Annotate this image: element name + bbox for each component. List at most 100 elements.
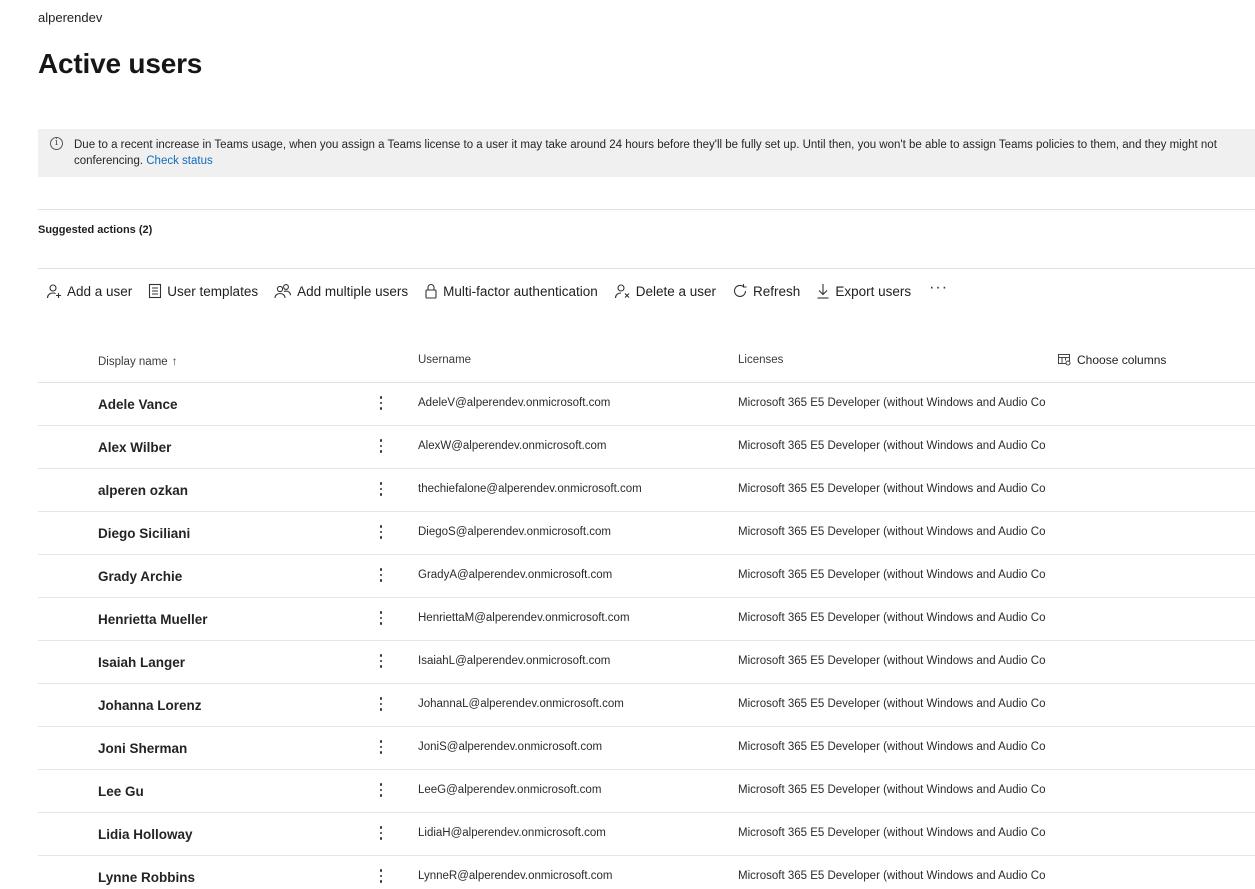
user-username: JoniS@alperendev.onmicrosoft.com	[418, 741, 603, 753]
user-licenses: Microsoft 365 E5 Developer (without Wind…	[738, 741, 1046, 753]
row-more-options-button[interactable]	[374, 521, 388, 543]
export-users-label: Export users	[835, 283, 912, 299]
download-icon	[817, 284, 829, 299]
table-row[interactable]: Lidia Holloway LidiaH@alperendev.onmicros…	[38, 813, 1255, 856]
delete-user-button[interactable]: Delete a user	[606, 280, 724, 302]
table-row[interactable]: Joni Sherman JoniS@alperendev.onmicrosoft…	[38, 727, 1255, 770]
user-username: LidiaH@alperendev.onmicrosoft.com	[418, 827, 606, 839]
user-username: DiegoS@alperendev.onmicrosoft.com	[418, 526, 611, 538]
column-display-name[interactable]: Display name ↑	[98, 354, 178, 368]
check-status-link[interactable]: Check status	[146, 155, 212, 167]
suggested-actions-toggle[interactable]: Suggested actions (2)	[38, 224, 152, 236]
divider	[38, 268, 1255, 269]
add-user-button[interactable]: Add a user	[38, 280, 140, 302]
user-username: IsaiahL@alperendev.onmicrosoft.com	[418, 655, 611, 667]
refresh-label: Refresh	[753, 283, 801, 299]
table-row[interactable]: Johanna Lorenz JohannaL@alperendev.onmicr…	[38, 684, 1255, 727]
refresh-button[interactable]: Refresh	[724, 280, 808, 302]
user-username: thechiefalone@alperendev.onmicrosoft.com	[418, 483, 642, 495]
export-users-button[interactable]: Export users	[808, 280, 919, 302]
user-licenses: Microsoft 365 E5 Developer (without Wind…	[738, 483, 1046, 495]
notice-text: Due to a recent increase in Teams usage,…	[74, 137, 1255, 169]
remove-person-icon	[614, 284, 630, 299]
info-icon: i	[50, 137, 63, 150]
user-licenses: Microsoft 365 E5 Developer (without Wind…	[738, 870, 1046, 882]
user-username: HenriettaM@alperendev.onmicrosoft.com	[418, 612, 630, 624]
notice-line-2: conferencing.	[74, 155, 144, 167]
user-display-name[interactable]: Johanna Lorenz	[98, 698, 202, 713]
user-display-name[interactable]: Joni Sherman	[98, 741, 187, 756]
row-more-options-button[interactable]	[374, 779, 388, 801]
user-display-name[interactable]: Henrietta Mueller	[98, 612, 208, 627]
delete-user-label: Delete a user	[635, 283, 717, 299]
table-header: Display name ↑ Username Licenses Choose c…	[38, 340, 1255, 383]
teams-notice-banner: i Due to a recent increase in Teams usag…	[38, 129, 1255, 177]
mfa-button[interactable]: Multi-factor authentication	[416, 280, 606, 302]
active-users-page: alperendev Active users i Due to a recen…	[0, 0, 1255, 889]
choose-columns-label: Choose columns	[1077, 353, 1167, 367]
table-row[interactable]: Lee Gu LeeG@alperendev.onmicrosoft.com Mic…	[38, 770, 1255, 813]
user-username: JohannaL@alperendev.onmicrosoft.com	[418, 698, 624, 710]
table-row[interactable]: Alex Wilber AlexW@alperendev.onmicrosoft.…	[38, 426, 1255, 469]
user-username: GradyA@alperendev.onmicrosoft.com	[418, 569, 613, 581]
table-row[interactable]: Grady Archie GradyA@alperendev.onmicrosof…	[38, 555, 1255, 598]
table-row[interactable]: Adele Vance AdeleV@alperendev.onmicrosoft…	[38, 383, 1255, 426]
add-multiple-users-button[interactable]: Add multiple users	[266, 280, 416, 302]
mfa-label: Multi-factor authentication	[443, 283, 598, 299]
user-username: AlexW@alperendev.onmicrosoft.com	[418, 440, 607, 452]
add-multiple-users-label: Add multiple users	[297, 283, 409, 299]
add-person-icon	[46, 284, 61, 299]
user-display-name[interactable]: Diego Siciliani	[98, 526, 190, 541]
user-templates-button[interactable]: User templates	[140, 280, 266, 302]
page-title: Active users	[38, 48, 203, 79]
user-display-name[interactable]: Adele Vance	[98, 397, 178, 412]
table-row[interactable]: Diego Siciliani DiegoS@alperendev.onmicro…	[38, 512, 1255, 555]
table-row[interactable]: Isaiah Langer IsaiahL@alperendev.onmicros…	[38, 641, 1255, 684]
choose-columns-button[interactable]: Choose columns	[1058, 353, 1166, 367]
add-user-label: Add a user	[67, 283, 133, 299]
user-licenses: Microsoft 365 E5 Developer (without Wind…	[738, 698, 1046, 710]
user-licenses: Microsoft 365 E5 Developer (without Wind…	[738, 526, 1046, 538]
row-more-options-button[interactable]	[374, 435, 388, 457]
user-username: AdeleV@alperendev.onmicrosoft.com	[418, 397, 611, 409]
divider	[38, 209, 1255, 210]
row-more-options-button[interactable]	[374, 392, 388, 414]
user-username: LeeG@alperendev.onmicrosoft.com	[418, 784, 602, 796]
column-licenses[interactable]: Licenses	[738, 354, 783, 366]
user-licenses: Microsoft 365 E5 Developer (without Wind…	[738, 655, 1046, 667]
command-bar: Add a user User templates Add multiple u…	[38, 277, 958, 302]
table-row[interactable]: alperen ozkan thechiefalone@alperendev.on…	[38, 469, 1255, 512]
row-more-options-button[interactable]	[374, 607, 388, 629]
user-display-name[interactable]: alperen ozkan	[98, 483, 188, 498]
row-more-options-button[interactable]	[374, 865, 388, 887]
user-display-name[interactable]: Isaiah Langer	[98, 655, 185, 670]
user-licenses: Microsoft 365 E5 Developer (without Wind…	[738, 612, 1046, 624]
user-display-name[interactable]: Grady Archie	[98, 569, 182, 584]
notice-line-1: Due to a recent increase in Teams usage,…	[74, 139, 1217, 151]
user-display-name[interactable]: Alex Wilber	[98, 440, 171, 455]
row-more-options-button[interactable]	[374, 736, 388, 758]
table-row[interactable]: Henrietta Mueller HenriettaM@alperendev.o…	[38, 598, 1255, 641]
user-licenses: Microsoft 365 E5 Developer (without Wind…	[738, 827, 1046, 839]
user-licenses: Microsoft 365 E5 Developer (without Wind…	[738, 397, 1046, 409]
more-actions-button[interactable]: ···	[919, 277, 958, 299]
row-more-options-button[interactable]	[374, 564, 388, 586]
row-more-options-button[interactable]	[374, 822, 388, 844]
template-icon	[149, 283, 162, 299]
row-more-options-button[interactable]	[374, 478, 388, 500]
add-people-icon	[274, 284, 292, 299]
column-username[interactable]: Username	[418, 354, 471, 366]
org-name: alperendev	[38, 10, 103, 25]
refresh-icon	[734, 284, 747, 297]
user-display-name[interactable]: Lee Gu	[98, 784, 144, 799]
row-more-options-button[interactable]	[374, 693, 388, 715]
user-licenses: Microsoft 365 E5 Developer (without Wind…	[738, 440, 1046, 452]
sort-ascending-icon: ↑	[171, 354, 178, 368]
lock-icon	[425, 284, 437, 299]
user-display-name[interactable]: Lynne Robbins	[98, 870, 195, 885]
table-row[interactable]: Lynne Robbins LynneR@alperendev.onmicroso…	[38, 856, 1255, 889]
row-more-options-button[interactable]	[374, 650, 388, 672]
user-username: LynneR@alperendev.onmicrosoft.com	[418, 870, 613, 882]
columns-settings-icon	[1058, 354, 1071, 366]
user-display-name[interactable]: Lidia Holloway	[98, 827, 193, 842]
